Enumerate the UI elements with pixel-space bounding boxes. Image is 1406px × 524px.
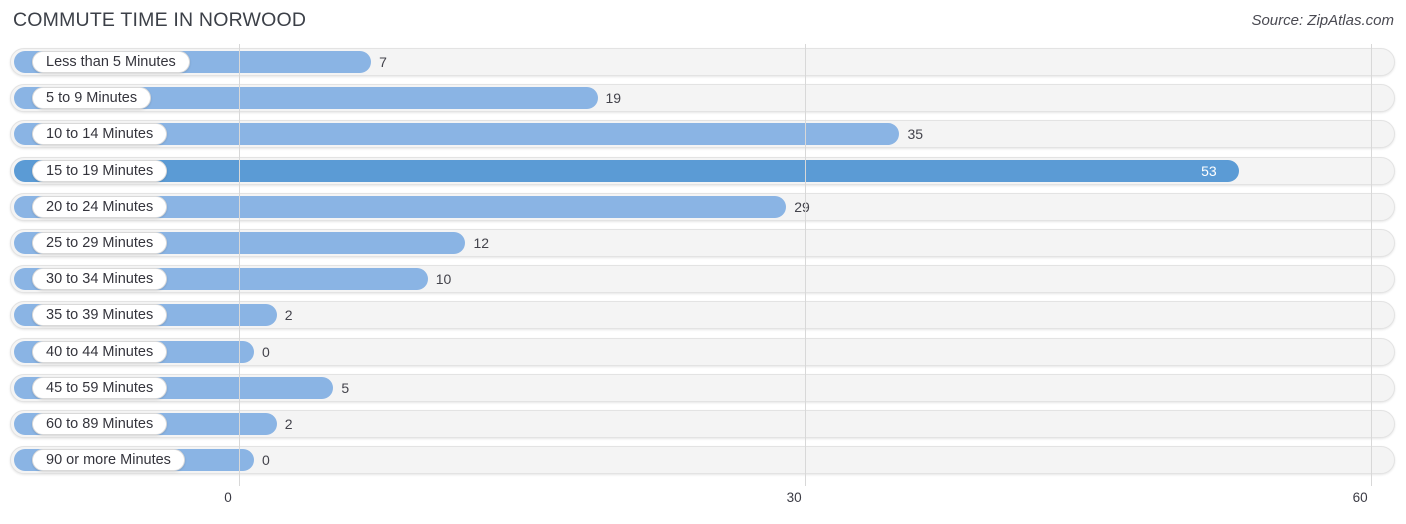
bar-value-label: 29 xyxy=(794,198,810,215)
bar-value-label: 0 xyxy=(262,343,270,360)
bar-category-label: 45 to 59 Minutes xyxy=(32,376,168,399)
bar-row[interactable]: 2 60 to 89 Minutes xyxy=(0,406,1406,442)
bar-category-label: 5 to 9 Minutes xyxy=(32,87,152,110)
source-attribution: Source: ZipAtlas.com xyxy=(1251,12,1394,29)
plot-area: 7 Less than 5 Minutes 19 5 to 9 Minutes 35 10… xyxy=(0,44,1406,486)
bar-row[interactable]: 12 25 to 29 Minutes xyxy=(0,225,1406,261)
bar-value-label: 35 xyxy=(907,126,924,143)
chart-page: COMMUTE TIME IN NORWOOD Source: ZipAtlas… xyxy=(0,0,1406,524)
bar-value-label: 0 xyxy=(262,452,270,469)
bar-value-label: 7 xyxy=(379,54,387,70)
bar-value-label: 10 xyxy=(435,271,452,288)
bar-row[interactable]: 2 35 to 39 Minutes xyxy=(0,297,1406,333)
bar-value-label: 2 xyxy=(284,415,293,432)
page-title: COMMUTE TIME IN NORWOOD xyxy=(13,9,307,31)
bar-category-label: 30 to 34 Minutes xyxy=(32,268,168,291)
bar-category-label: 40 to 44 Minutes xyxy=(32,340,168,363)
chart-header: COMMUTE TIME IN NORWOOD Source: ZipAtlas… xyxy=(0,0,1406,44)
bar-row[interactable]: 35 10 to 14 Minutes xyxy=(0,116,1406,152)
bar-row[interactable]: 5 45 to 59 Minutes xyxy=(0,370,1406,406)
x-axis-tick-label: 0 xyxy=(224,490,232,505)
bar-category-label: 35 to 39 Minutes xyxy=(32,304,168,327)
bar-rows: 7 Less than 5 Minutes 19 5 to 9 Minutes 35 10… xyxy=(0,44,1406,478)
bar-category-label: Less than 5 Minutes xyxy=(32,51,190,73)
bar-value-label: 19 xyxy=(605,90,622,107)
bar-value-label: 5 xyxy=(341,379,350,396)
bar[interactable] xyxy=(14,159,1240,182)
bar-row[interactable]: 7 Less than 5 Minutes xyxy=(0,44,1406,80)
bar-category-label: 90 or more Minutes xyxy=(32,449,185,472)
bar-row[interactable]: 53 15 to 19 Minutes xyxy=(0,153,1406,189)
bar-category-label: 20 to 24 Minutes xyxy=(32,195,168,218)
bar-category-label: 60 to 89 Minutes xyxy=(32,412,168,435)
bar-category-label: 25 to 29 Minutes xyxy=(32,231,168,254)
bar-row[interactable]: 19 5 to 9 Minutes xyxy=(0,80,1406,116)
x-axis-tick-label: 60 xyxy=(1352,490,1368,505)
bar-row[interactable]: 10 30 to 34 Minutes xyxy=(0,261,1406,297)
bar-value-label: 12 xyxy=(473,234,490,251)
bar-value-label: 2 xyxy=(284,307,293,324)
bar-category-label: 15 to 19 Minutes xyxy=(32,159,168,182)
bar-row[interactable]: 0 40 to 44 Minutes xyxy=(0,334,1406,370)
x-axis: 0 30 60 xyxy=(0,484,1406,524)
x-axis-tick-label: 30 xyxy=(786,490,802,505)
bar-row[interactable]: 0 90 or more Minutes xyxy=(0,442,1406,478)
bar-row[interactable]: 29 20 to 24 Minutes xyxy=(0,189,1406,225)
bar-category-label: 10 to 14 Minutes xyxy=(32,123,168,146)
bar-value-label: 53 xyxy=(1201,162,1217,179)
